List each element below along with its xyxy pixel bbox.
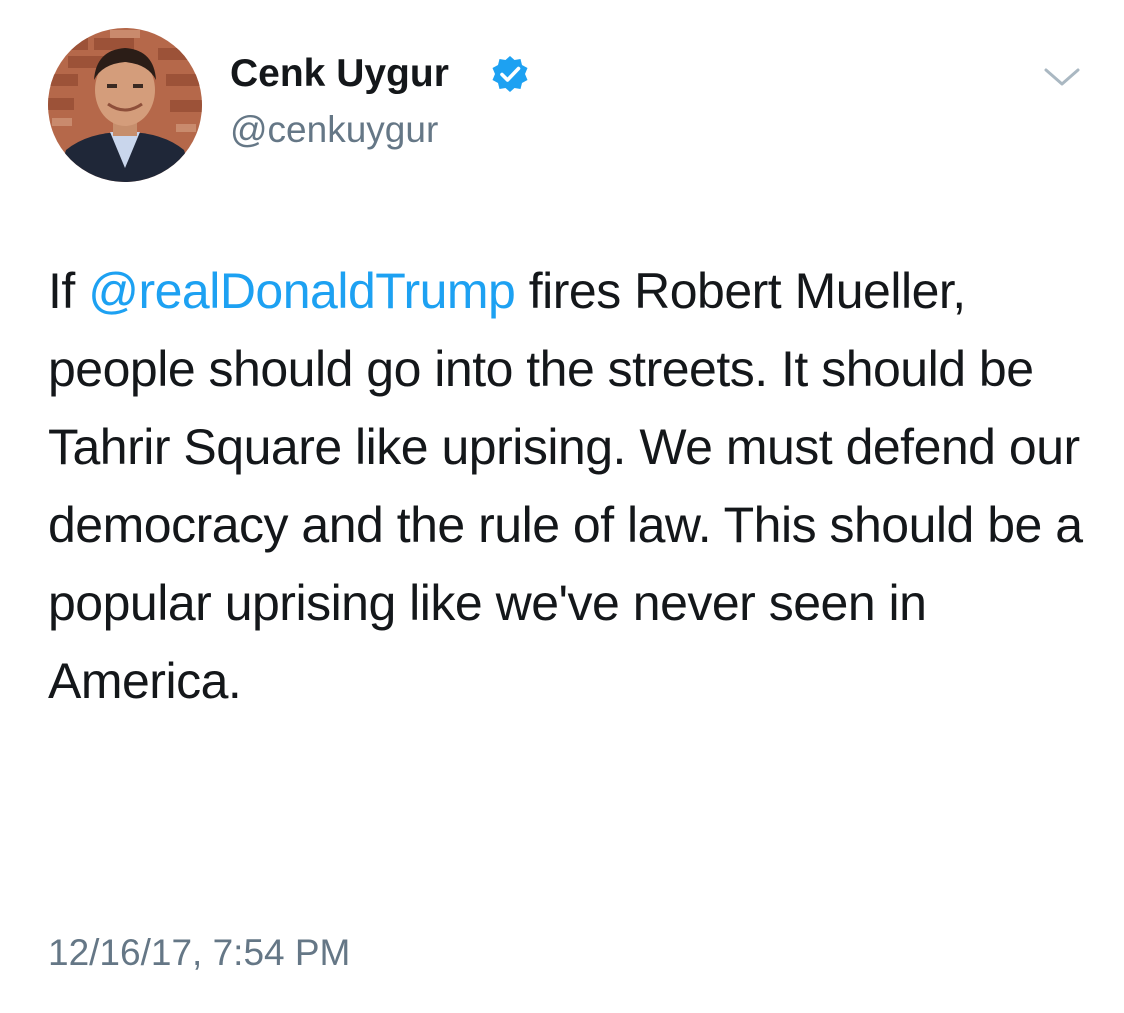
chevron-down-icon[interactable] (1040, 62, 1084, 92)
tweet-text-suffix: fires Robert Mueller, people should go i… (48, 263, 1083, 709)
author-handle[interactable]: @cenkuygur (230, 108, 438, 152)
verified-badge-icon (490, 54, 530, 94)
avatar-image (48, 28, 202, 182)
tweet-text-prefix: If (48, 263, 89, 319)
author-display-name[interactable]: Cenk Uygur (230, 50, 449, 98)
tweet-card: Cenk Uygur @cenkuygur If @realDonaldTrum… (0, 0, 1124, 1013)
tweet-timestamp[interactable]: 12/16/17, 7:54 PM (48, 930, 350, 976)
avatar[interactable] (48, 28, 202, 182)
mention-link[interactable]: @realDonaldTrump (88, 263, 516, 319)
tweet-text: If @realDonaldTrump fires Robert Mueller… (48, 252, 1088, 720)
